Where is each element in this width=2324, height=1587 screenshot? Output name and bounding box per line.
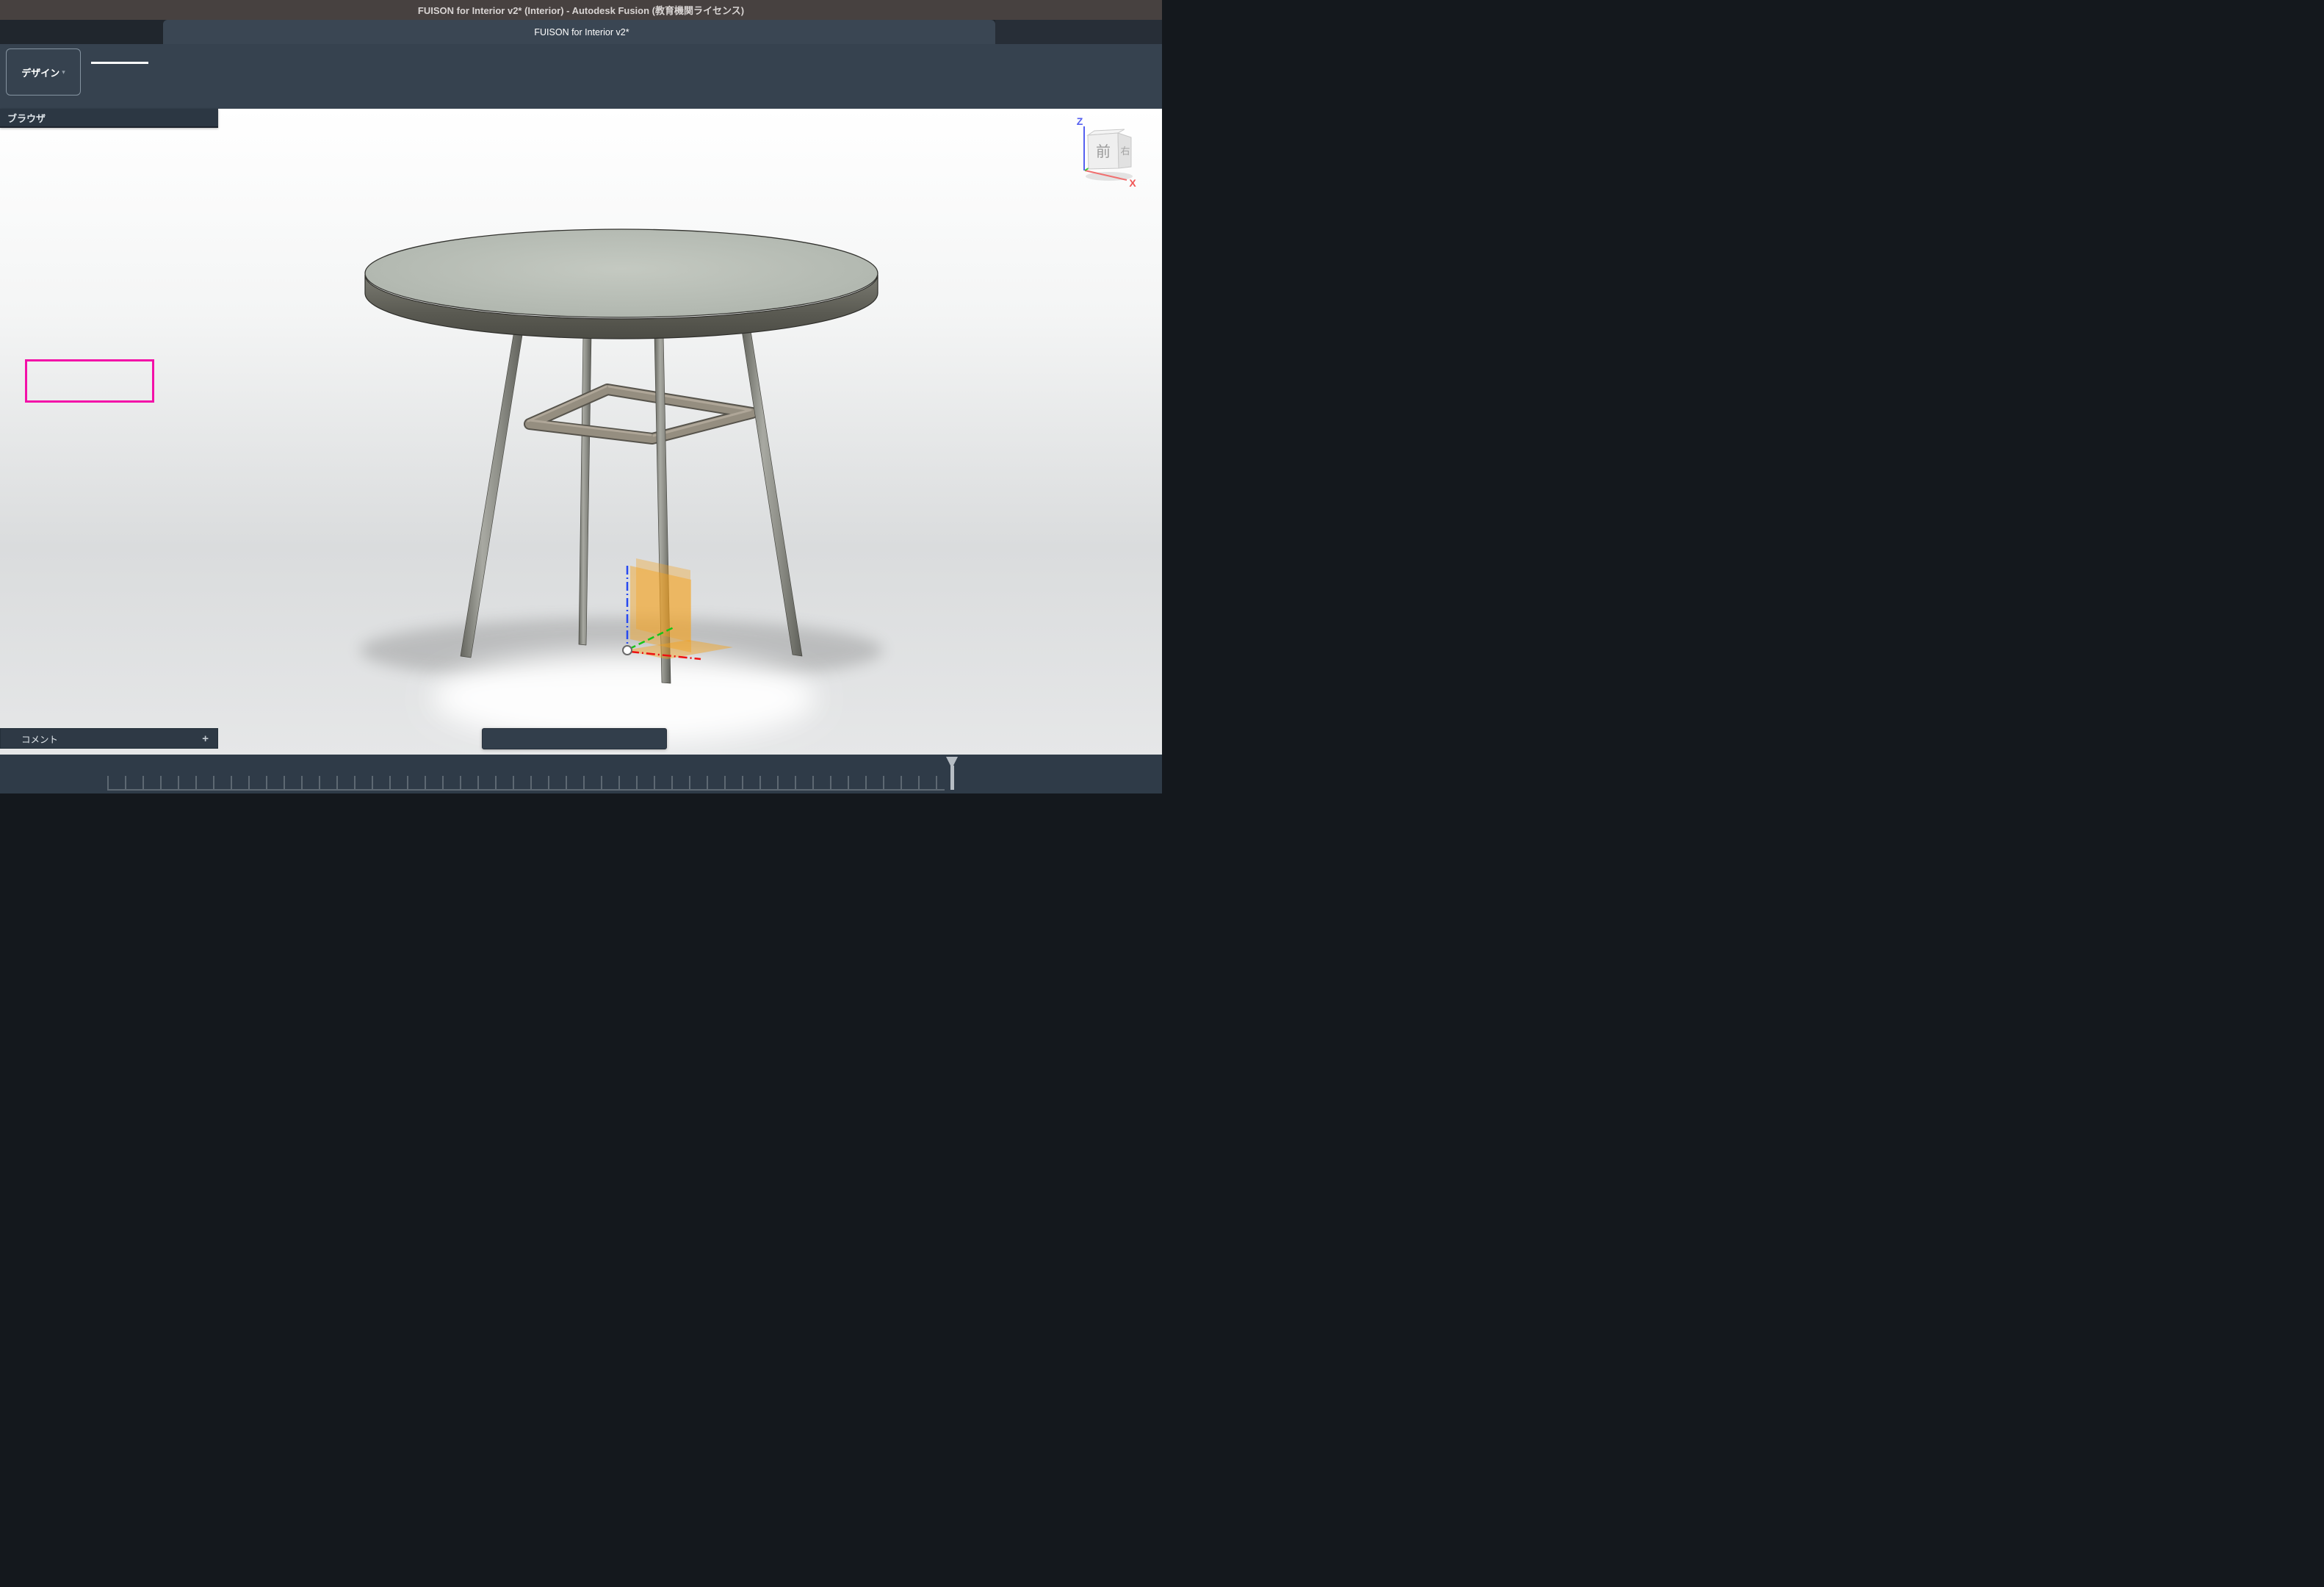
timeline-bar <box>0 755 1162 794</box>
document-tab-title: FUISON for Interior v2* <box>534 27 629 37</box>
origin-point[interactable] <box>623 646 632 655</box>
browser-header: ブラウザ <box>0 109 218 128</box>
ribbon-toolbar: デザイン <box>0 44 1162 109</box>
viewcube-z-label: Z <box>1077 116 1083 127</box>
comments-panel[interactable]: コメント + <box>0 728 218 749</box>
add-comment-button[interactable]: + <box>202 733 209 745</box>
browser-title: ブラウザ <box>7 111 46 125</box>
navigation-bar <box>482 728 667 749</box>
window-title: FUISON for Interior v2* (Interior) - Aut… <box>418 3 744 17</box>
timeline-playhead[interactable] <box>946 757 958 791</box>
comments-label: コメント <box>21 732 58 746</box>
zoom-window-button[interactable] <box>38 5 47 14</box>
viewcube-front-label: 前 <box>1096 143 1111 160</box>
annotation-highlight-box <box>25 359 154 403</box>
minimize-window-button[interactable] <box>23 5 32 14</box>
workspace-label: デザイン <box>21 65 59 79</box>
document-tab[interactable]: FUISON for Interior v2* <box>163 20 995 44</box>
browser-panel: ブラウザ <box>0 109 218 128</box>
fusion-window: FUISON for Interior v2* (Interior) - Aut… <box>0 0 1162 794</box>
timeline-ruler <box>107 776 945 791</box>
window-titlebar: FUISON for Interior v2* (Interior) - Aut… <box>0 0 1162 20</box>
workspace-selector[interactable]: デザイン <box>6 48 81 96</box>
close-window-button[interactable] <box>7 5 16 14</box>
table-top-surface <box>365 229 878 317</box>
viewcube[interactable]: 前 右 Z X <box>1064 116 1155 190</box>
viewcube-right-label: 右 <box>1120 145 1130 156</box>
application-bar: FUISON for Interior v2* <box>0 20 1162 44</box>
active-tab-underline <box>91 62 148 64</box>
3d-viewport[interactable] <box>0 109 1162 794</box>
viewcube-x-label: X <box>1129 177 1136 189</box>
